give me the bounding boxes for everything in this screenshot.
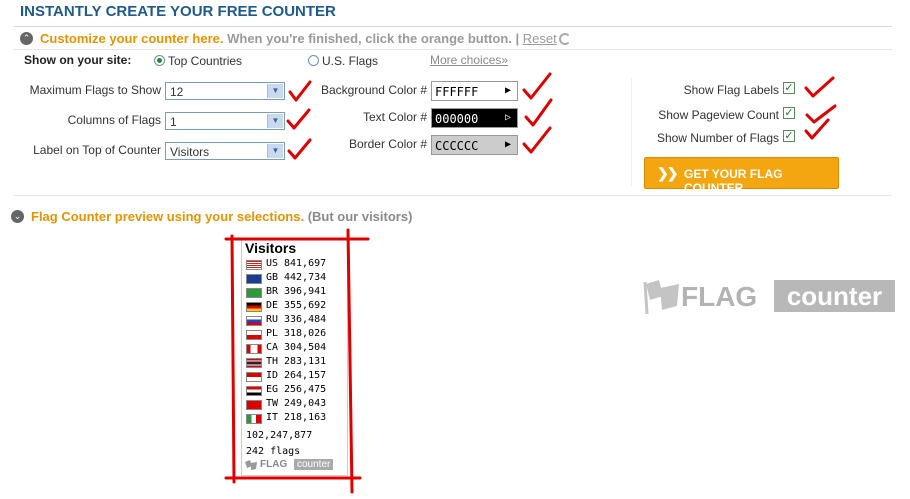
annotation-box-right — [346, 228, 354, 494]
annotation-box-left — [230, 234, 236, 484]
annotation-check-mark — [286, 108, 311, 130]
annotation-check-mark — [288, 80, 312, 102]
annotation-check-mark — [287, 138, 312, 160]
annotation-check-mark — [522, 72, 552, 100]
annotation-check-mark — [804, 76, 835, 98]
annotation-check-mark — [524, 98, 553, 127]
annotation-check-mark — [522, 126, 552, 154]
annotation-check-mark — [804, 118, 830, 140]
annotation-check-mark — [805, 104, 837, 124]
annotation-overlay — [224, 72, 837, 494]
